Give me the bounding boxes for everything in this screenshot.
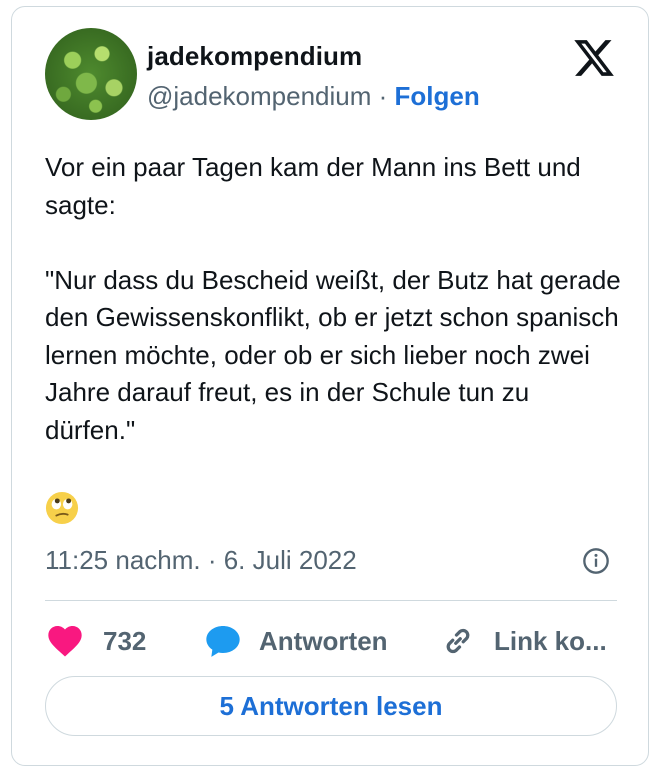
handle[interactable]: @jadekompendium bbox=[147, 81, 371, 111]
like-count: 732 bbox=[103, 625, 147, 656]
info-icon[interactable] bbox=[582, 547, 610, 575]
heart-icon bbox=[48, 626, 82, 657]
tweet-text: Vor ein paar Tagen kam der Mann ins Bett… bbox=[45, 149, 625, 449]
timestamp[interactable]: 11:25 nachm. · 6. Juli 2022 bbox=[45, 545, 357, 576]
reply-bubble-icon bbox=[206, 626, 240, 657]
follow-button[interactable]: Folgen bbox=[395, 81, 480, 111]
link-icon bbox=[446, 628, 470, 654]
face-with-rolling-eyes-icon bbox=[45, 491, 79, 525]
tweet-paragraph: Vor ein paar Tagen kam der Mann ins Bett… bbox=[45, 152, 581, 220]
like-button[interactable]: 732 bbox=[45, 621, 146, 661]
copy-link-label: Link ko... bbox=[494, 625, 607, 656]
handle-row: @jadekompendium · Folgen bbox=[147, 81, 480, 112]
divider bbox=[45, 600, 617, 601]
separator-dot: · bbox=[371, 81, 395, 111]
copy-link-button[interactable]: Link ko... bbox=[440, 621, 607, 661]
reply-label: Antworten bbox=[259, 625, 388, 656]
x-logo-icon[interactable] bbox=[572, 36, 616, 80]
avatar[interactable] bbox=[45, 28, 137, 120]
tweet-card: jadekompendium @jadekompendium · Folgen … bbox=[11, 6, 649, 766]
reply-button[interactable]: Antworten bbox=[203, 621, 388, 661]
read-replies-button[interactable]: 5 Antworten lesen bbox=[45, 676, 617, 736]
tweet-paragraph: "Nur dass du Bescheid weißt, der Butz ha… bbox=[45, 264, 621, 445]
display-name[interactable]: jadekompendium bbox=[147, 41, 362, 72]
